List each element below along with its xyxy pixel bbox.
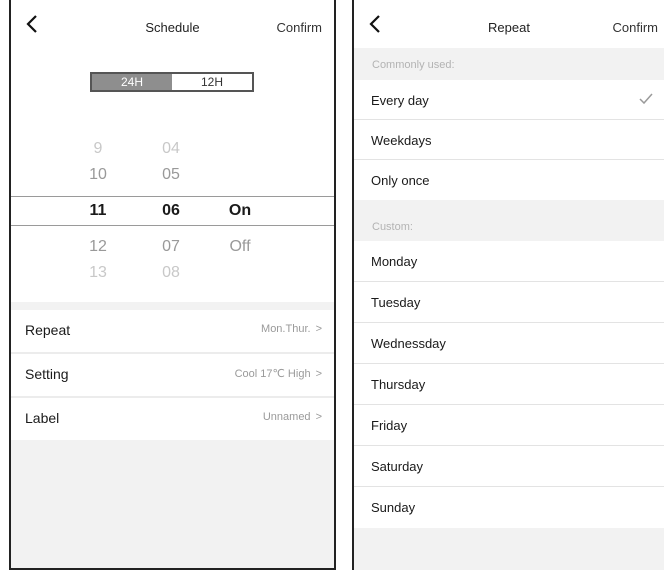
minute-option[interactable]: 08 (141, 264, 201, 282)
repeat-header: Repeat Confirm (354, 0, 664, 48)
minute-option[interactable]: 05 (141, 166, 201, 184)
selected-row: 11 06 On (11, 196, 334, 226)
format-toggle: 24H 12H (90, 72, 254, 92)
option-wednesday[interactable]: Wednessday (354, 323, 664, 364)
label-row[interactable]: Label Unnamed > (11, 398, 334, 440)
hour-option[interactable]: 10 (68, 166, 128, 184)
option-monday[interactable]: Monday (354, 241, 664, 282)
repeat-screen: Repeat Confirm Commonly used: Every day … (352, 0, 664, 570)
confirm-button[interactable]: Confirm (612, 20, 658, 35)
chevron-left-icon (369, 15, 380, 33)
selected-state[interactable]: On (210, 197, 270, 225)
wheel-row: 10 05 (11, 166, 334, 192)
wheel-row: 9 04 (11, 140, 334, 166)
option-tuesday[interactable]: Tuesday (354, 282, 664, 323)
repeat-value: Mon.Thur. > (261, 323, 322, 335)
chevron-right-icon: > (315, 323, 322, 335)
option-thursday[interactable]: Thursday (354, 364, 664, 405)
option-only-once[interactable]: Only once (354, 160, 664, 200)
setting-row[interactable]: Setting Cool 17℃ High > (11, 354, 334, 398)
checkmark-icon (639, 93, 653, 105)
chevron-right-icon: > (315, 411, 322, 423)
settings-list: Repeat Mon.Thur. > Setting Cool 17℃ High >… (11, 310, 334, 440)
option-sunday[interactable]: Sunday (354, 487, 664, 528)
back-button[interactable] (364, 12, 388, 36)
confirm-button[interactable]: Confirm (276, 20, 322, 35)
option-weekdays[interactable]: Weekdays (354, 120, 664, 160)
setting-label: Setting (25, 366, 69, 382)
schedule-screen: Schedule Confirm 24H 12H 9 04 10 05 11 0… (9, 0, 336, 570)
time-picker: 24H 12H 9 04 10 05 11 06 On 12 07 Off 13… (11, 48, 334, 302)
hour-option[interactable]: 9 (68, 140, 128, 158)
state-option[interactable]: Off (210, 238, 270, 256)
hour-option[interactable]: 12 (68, 238, 128, 256)
selected-hour[interactable]: 11 (68, 197, 128, 225)
option-every-day[interactable]: Every day (354, 80, 664, 120)
chevron-left-icon (26, 15, 37, 33)
option-saturday[interactable]: Saturday (354, 446, 664, 487)
schedule-header: Schedule Confirm (11, 0, 334, 48)
section-header-common: Commonly used: (354, 48, 664, 80)
minute-option[interactable]: 04 (141, 140, 201, 158)
wheel-row: 13 08 (11, 264, 334, 290)
repeat-options: Commonly used: Every day Weekdays Only o… (354, 48, 664, 528)
section-header-custom: Custom: (354, 200, 664, 241)
chevron-right-icon: > (315, 368, 322, 380)
label-label: Label (25, 410, 60, 426)
repeat-row[interactable]: Repeat Mon.Thur. > (11, 310, 334, 354)
back-button[interactable] (21, 12, 45, 36)
label-value: Unnamed > (262, 411, 322, 423)
mode-12h-option[interactable]: 12H (172, 74, 252, 90)
setting-value: Cool 17℃ High > (234, 368, 322, 380)
mode-24h-option[interactable]: 24H (92, 74, 172, 90)
minute-option[interactable]: 07 (141, 238, 201, 256)
hour-option[interactable]: 13 (68, 264, 128, 282)
repeat-label: Repeat (25, 322, 71, 338)
wheel-row: 12 07 Off (11, 238, 334, 264)
option-friday[interactable]: Friday (354, 405, 664, 446)
selected-minute[interactable]: 06 (141, 197, 201, 225)
